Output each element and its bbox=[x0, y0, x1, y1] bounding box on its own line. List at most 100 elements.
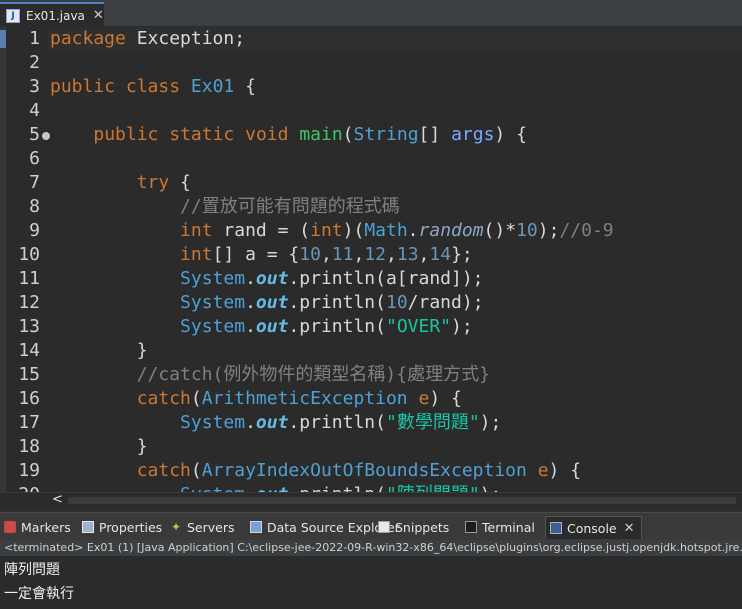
code-token: 10 bbox=[299, 244, 321, 265]
code-token: . bbox=[245, 268, 256, 289]
tab-markers[interactable]: Markers bbox=[4, 516, 71, 538]
line-number: 11 bbox=[18, 268, 40, 289]
code-token: )( bbox=[342, 220, 365, 241]
markers-icon bbox=[4, 521, 16, 533]
code-editor[interactable]: 1234567891011121314151617181920 package … bbox=[0, 27, 742, 492]
code-token: ()* bbox=[483, 220, 517, 241]
code-token: class bbox=[125, 76, 181, 97]
code-token: ) { bbox=[494, 124, 527, 145]
code-token: ArithmeticException bbox=[201, 388, 408, 409]
code-token: out bbox=[255, 316, 289, 337]
code-token: String bbox=[353, 124, 419, 145]
code-token: //catch(例外物件的類型名稱){處理方式} bbox=[136, 364, 490, 385]
console-output-line: 陣列問題 bbox=[4, 562, 60, 578]
scroll-left-icon[interactable]: < bbox=[52, 492, 63, 507]
line-number: 20 bbox=[6, 483, 40, 492]
code-token: }; bbox=[451, 244, 473, 265]
code-token: 10 bbox=[516, 220, 538, 241]
code-token: out bbox=[255, 268, 289, 289]
code-token: .println( bbox=[288, 412, 386, 433]
code-token: int bbox=[180, 220, 213, 241]
code-token: out bbox=[255, 292, 289, 313]
code-token: , bbox=[418, 244, 430, 265]
line-number: 1 bbox=[29, 28, 40, 49]
code-token: //0-9 bbox=[559, 220, 614, 241]
code-line: System.out.println("OVER"); bbox=[50, 315, 473, 339]
code-token: System bbox=[180, 292, 246, 313]
tab-console[interactable]: Console ✕ bbox=[545, 516, 642, 539]
code-token: [] bbox=[418, 124, 452, 145]
code-token: . bbox=[245, 316, 256, 337]
scroll-track[interactable] bbox=[68, 497, 736, 504]
code-line: } bbox=[50, 339, 148, 363]
code-token: , bbox=[320, 244, 332, 265]
close-icon[interactable]: ✕ bbox=[93, 8, 104, 23]
horizontal-scrollbar[interactable]: < bbox=[0, 492, 742, 509]
code-token: rand = ( bbox=[212, 220, 311, 241]
tab-servers[interactable]: ✦ Servers bbox=[170, 516, 235, 538]
code-line: System.out.println("數學問題"); bbox=[50, 411, 501, 435]
code-token: .println(a[rand]); bbox=[288, 268, 484, 289]
line-number-gutter: 1234567891011121314151617181920 bbox=[6, 27, 50, 492]
code-token: ( bbox=[342, 124, 354, 145]
code-line: catch(ArrayIndexOutOfBoundsException e) … bbox=[50, 459, 581, 483]
code-token: ) { bbox=[429, 388, 462, 409]
line-number: 10 bbox=[18, 244, 40, 265]
code-token: e bbox=[537, 460, 549, 481]
code-token: System bbox=[180, 412, 246, 433]
tab-snippets[interactable]: Snippets bbox=[378, 516, 449, 538]
code-token: package bbox=[50, 28, 126, 49]
line-number: 8 bbox=[29, 196, 40, 217]
code-token: , bbox=[353, 244, 365, 265]
java-file-icon: J bbox=[6, 8, 20, 23]
code-token: random bbox=[418, 220, 484, 241]
console-status: <terminated> Ex01 (1) [Java Application]… bbox=[0, 540, 742, 556]
tab-label: Terminal bbox=[482, 519, 535, 535]
code-token: } bbox=[50, 340, 148, 361]
code-token: ArrayIndexOutOfBoundsException bbox=[201, 460, 527, 481]
fold-toggle-icon[interactable] bbox=[42, 132, 50, 140]
code-line: int[] a = {10,11,12,13,14}; bbox=[50, 243, 473, 267]
code-token: /rand); bbox=[407, 292, 484, 313]
code-line: try { bbox=[50, 171, 191, 195]
close-icon[interactable]: ✕ bbox=[624, 521, 635, 536]
code-line: catch(ArithmeticException e) { bbox=[50, 387, 462, 411]
code-token: 10 bbox=[385, 292, 408, 313]
editor-tab-ex01[interactable]: J Ex01.java ✕ bbox=[0, 2, 104, 27]
tab-terminal[interactable]: Terminal bbox=[465, 516, 535, 538]
code-line: } bbox=[50, 435, 148, 459]
code-token: . bbox=[245, 292, 256, 313]
code-token: main bbox=[299, 124, 343, 145]
code-token: "陣列問題" bbox=[386, 484, 480, 492]
code-token: catch bbox=[136, 460, 191, 481]
code-token: 11 bbox=[331, 244, 354, 265]
line-number: 7 bbox=[29, 172, 40, 193]
code-token: public bbox=[93, 124, 159, 145]
code-token: ); bbox=[480, 484, 502, 492]
code-token: } bbox=[50, 436, 148, 457]
code-token: . bbox=[407, 220, 419, 241]
line-number: 4 bbox=[29, 100, 40, 121]
code-token: ); bbox=[479, 412, 502, 433]
console-view[interactable]: <terminated> Ex01 (1) [Java Application]… bbox=[0, 540, 742, 609]
line-number: 17 bbox=[18, 412, 40, 433]
editor-tab-strip: J Ex01.java ✕ bbox=[0, 0, 742, 27]
code-line: public static void main(String[] args) { bbox=[50, 123, 527, 147]
code-token: static bbox=[169, 124, 235, 145]
tab-properties[interactable]: Properties bbox=[82, 516, 162, 538]
tab-label: Properties bbox=[99, 519, 163, 535]
line-number: 12 bbox=[18, 292, 40, 313]
code-token: int bbox=[180, 244, 213, 265]
code-token: try bbox=[136, 172, 170, 193]
code-token: "數學問題" bbox=[385, 412, 480, 433]
terminal-icon bbox=[465, 521, 477, 533]
properties-icon bbox=[82, 521, 94, 533]
